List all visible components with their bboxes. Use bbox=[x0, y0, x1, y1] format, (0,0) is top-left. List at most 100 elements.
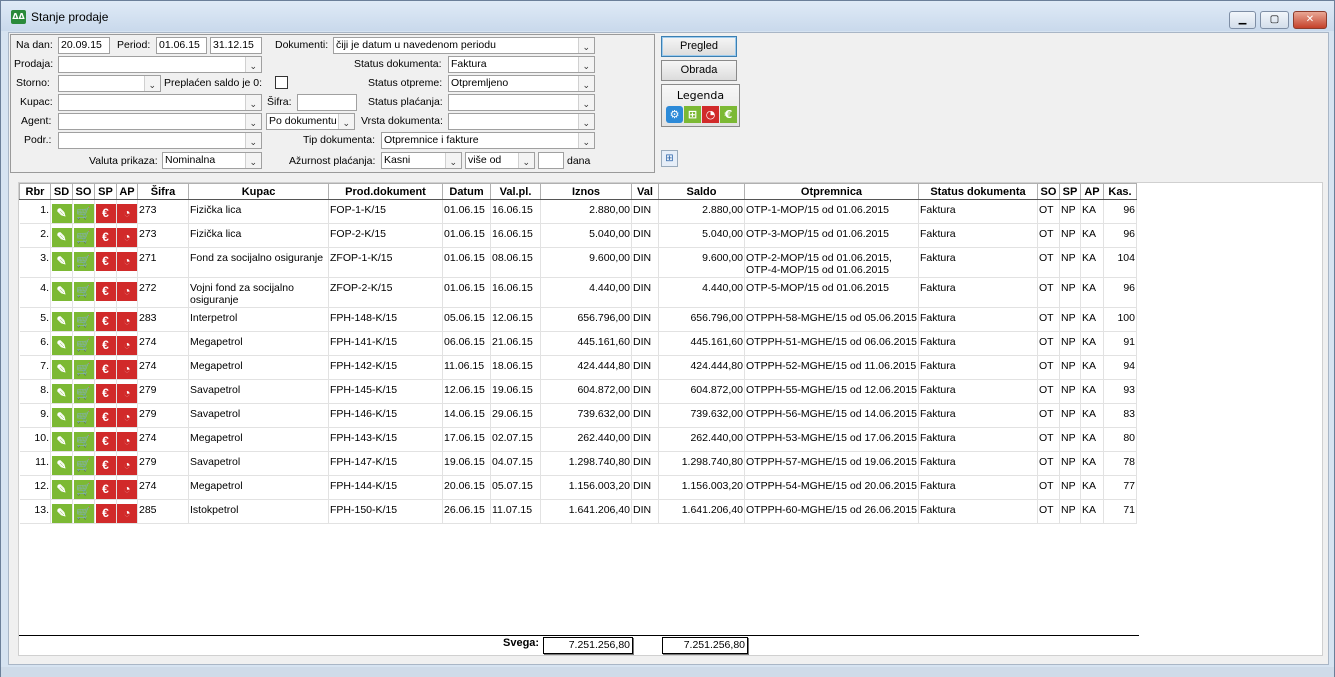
vrsta-dokumenta-select[interactable]: ⌄ bbox=[448, 113, 595, 130]
sp-cell: € bbox=[94, 223, 117, 248]
column-header[interactable]: Otpremnica bbox=[744, 183, 919, 200]
sifra-cell: 273 bbox=[137, 223, 189, 248]
column-header[interactable]: SD bbox=[50, 183, 73, 200]
column-header[interactable]: SP bbox=[1059, 183, 1081, 200]
otp-cell: OTP-5-MOP/15 od 01.06.2015 bbox=[744, 277, 919, 308]
preplacen-checkbox[interactable] bbox=[275, 76, 288, 89]
table-row[interactable]: 1. ✎ 🛒 € ◔ 273 Fizička lica FOP-1-K/15 01.06.15 1… bbox=[19, 199, 1137, 224]
pregled-button[interactable]: Pregled bbox=[661, 36, 737, 57]
chevron-down-icon: ⌄ bbox=[249, 157, 257, 167]
table-row[interactable]: 13. ✎ 🛒 € ◔ 285 Istokpetrol FPH-150-K/15 26.06.1… bbox=[19, 499, 1137, 524]
valpl-cell: 21.06.15 bbox=[490, 331, 541, 356]
podr-select[interactable]: ⌄ bbox=[58, 132, 262, 149]
column-header[interactable]: Saldo bbox=[658, 183, 745, 200]
tree-view-icon[interactable]: ⊞ bbox=[661, 150, 678, 167]
datum-cell: 01.06.15 bbox=[442, 247, 491, 278]
close-button[interactable]: ✕ bbox=[1293, 11, 1327, 29]
valpl-cell: 18.06.15 bbox=[490, 355, 541, 380]
sifra-field[interactable] bbox=[297, 94, 357, 111]
datum-cell: 01.06.15 bbox=[442, 277, 491, 308]
status-dokumenta-select[interactable]: Faktura ⌄ bbox=[448, 56, 595, 73]
azurnost-select[interactable]: Kasni ⌄ bbox=[381, 152, 462, 169]
status-otpreme-select[interactable]: Otpremljeno ⌄ bbox=[448, 75, 595, 92]
saldo-cell: 424.444,80 bbox=[658, 355, 745, 380]
sd-cell: ✎ bbox=[50, 307, 73, 332]
status-cell: Faktura bbox=[918, 223, 1038, 248]
period-from-field[interactable]: 01.06.15 bbox=[156, 37, 207, 54]
dok-cell: FPH-148-K/15 bbox=[328, 307, 443, 332]
so-cell: 🛒 bbox=[72, 451, 95, 476]
dokumenti-select[interactable]: čiji je datum u navedenom periodu ⌄ bbox=[333, 37, 595, 54]
table-row[interactable]: 6. ✎ 🛒 € ◔ 274 Megapetrol FPH-141-K/15 06.06.15 2… bbox=[19, 331, 1137, 356]
column-header[interactable]: Datum bbox=[442, 183, 491, 200]
column-header[interactable]: Kas. bbox=[1103, 183, 1137, 200]
table-row[interactable]: 8. ✎ 🛒 € ◔ 279 Savapetrol FPH-145-K/15 12.06.15 1… bbox=[19, 379, 1137, 404]
column-header[interactable]: Šifra bbox=[137, 183, 189, 200]
column-header[interactable]: Kupac bbox=[188, 183, 329, 200]
dok-cell: FOP-2-K/15 bbox=[328, 223, 443, 248]
so-cell: 🛒 bbox=[72, 355, 95, 380]
column-header[interactable]: SO bbox=[72, 183, 95, 200]
kupac-cell: Istokpetrol bbox=[188, 499, 329, 524]
column-header[interactable]: Prod.dokument bbox=[328, 183, 443, 200]
dana-field[interactable] bbox=[538, 152, 564, 169]
column-header[interactable]: SP bbox=[94, 183, 117, 200]
column-header[interactable]: Val.pl. bbox=[490, 183, 541, 200]
na-dan-field[interactable]: 20.09.15 bbox=[58, 37, 110, 54]
minimize-button[interactable]: ▁ bbox=[1229, 11, 1256, 29]
column-header[interactable]: Rbr bbox=[19, 183, 51, 200]
column-header[interactable]: SO bbox=[1037, 183, 1060, 200]
column-header[interactable]: AP bbox=[116, 183, 138, 200]
status-placanja-select[interactable]: ⌄ bbox=[448, 94, 595, 111]
so-cell: OT bbox=[1037, 307, 1060, 332]
sp-cell: NP bbox=[1059, 403, 1081, 428]
period-to-field[interactable]: 31.12.15 bbox=[210, 37, 262, 54]
iznos-cell: 445.161,60 bbox=[540, 331, 632, 356]
column-header[interactable]: AP bbox=[1080, 183, 1104, 200]
sp-cell: € bbox=[94, 403, 117, 428]
table-row[interactable]: 3. ✎ 🛒 € ◔ 271 Fond za socijalno osiguranje ZFO… bbox=[19, 247, 1137, 278]
column-header[interactable]: Status dokumenta bbox=[918, 183, 1038, 200]
agent-mode-select[interactable]: Po dokumentu ⌄ bbox=[266, 113, 355, 130]
maximize-button[interactable]: ▢ bbox=[1260, 11, 1289, 29]
tip-dokumenta-select[interactable]: Otpremnice i fakture ⌄ bbox=[381, 132, 595, 149]
kupac-select[interactable]: ⌄ bbox=[58, 94, 262, 111]
cart-icon: 🛒 bbox=[73, 432, 94, 451]
chevron-down-icon: ⌄ bbox=[342, 118, 350, 128]
sd-cell: ✎ bbox=[50, 199, 73, 224]
otp-cell: OTPPH-54-MGHE/15 od 20.06.2015 bbox=[744, 475, 919, 500]
table-row[interactable]: 2. ✎ 🛒 € ◔ 273 Fizička lica FOP-2-K/15 01.06.15 1… bbox=[19, 223, 1137, 248]
column-header[interactable]: Val bbox=[631, 183, 659, 200]
table-row[interactable]: 12. ✎ 🛒 € ◔ 274 Megapetrol FPH-144-K/15 20.06.15… bbox=[19, 475, 1137, 500]
sp-cell: NP bbox=[1059, 451, 1081, 476]
kupac-cell: Megapetrol bbox=[188, 475, 329, 500]
kupac-cell: Fizička lica bbox=[188, 223, 329, 248]
table-row[interactable]: 7. ✎ 🛒 € ◔ 274 Megapetrol FPH-142-K/15 11.06.15 1… bbox=[19, 355, 1137, 380]
table-row[interactable]: 9. ✎ 🛒 € ◔ 279 Savapetrol FPH-146-K/15 14.06.15 2… bbox=[19, 403, 1137, 428]
valuta-select[interactable]: Nominalna ⌄ bbox=[162, 152, 262, 169]
cart-icon: 🛒 bbox=[73, 312, 94, 331]
sifra-cell: 279 bbox=[137, 451, 189, 476]
vise-od-select[interactable]: više od ⌄ bbox=[465, 152, 535, 169]
obrada-button[interactable]: Obrada bbox=[661, 60, 737, 81]
so-cell: OT bbox=[1037, 403, 1060, 428]
window-title: Stanje prodaje bbox=[31, 10, 109, 24]
table-row[interactable]: 11. ✎ 🛒 € ◔ 279 Savapetrol FPH-147-K/15 19.06.15… bbox=[19, 451, 1137, 476]
edit-icon: ✎ bbox=[51, 408, 72, 427]
legenda-button[interactable]: Legenda ⚙ ⊞ ◔ € bbox=[661, 84, 740, 127]
table-row[interactable]: 4. ✎ 🛒 € ◔ 272 Vojni fond za socijalno osigura… bbox=[19, 277, 1137, 308]
prodaja-select[interactable]: ⌄ bbox=[58, 56, 262, 73]
azurnost-value: Kasni bbox=[384, 154, 411, 166]
column-header[interactable]: Iznos bbox=[540, 183, 632, 200]
euro-icon: € bbox=[95, 282, 116, 301]
saldo-cell: 1.156.003,20 bbox=[658, 475, 745, 500]
table-row[interactable]: 5. ✎ 🛒 € ◔ 283 Interpetrol FPH-148-K/15 05.06.15… bbox=[19, 307, 1137, 332]
ap-cell: ◔ bbox=[116, 223, 138, 248]
sp-cell: € bbox=[94, 355, 117, 380]
storno-select[interactable]: ⌄ bbox=[58, 75, 161, 92]
otp-cell: OTP-1-MOP/15 od 01.06.2015 bbox=[744, 199, 919, 224]
table-row[interactable]: 10. ✎ 🛒 € ◔ 274 Megapetrol FPH-143-K/15 17.06.15… bbox=[19, 427, 1137, 452]
kupac-cell: Vojni fond za socijalno osiguranje bbox=[188, 277, 329, 308]
agent-select[interactable]: ⌄ bbox=[58, 113, 262, 130]
sd-cell: ✎ bbox=[50, 379, 73, 404]
